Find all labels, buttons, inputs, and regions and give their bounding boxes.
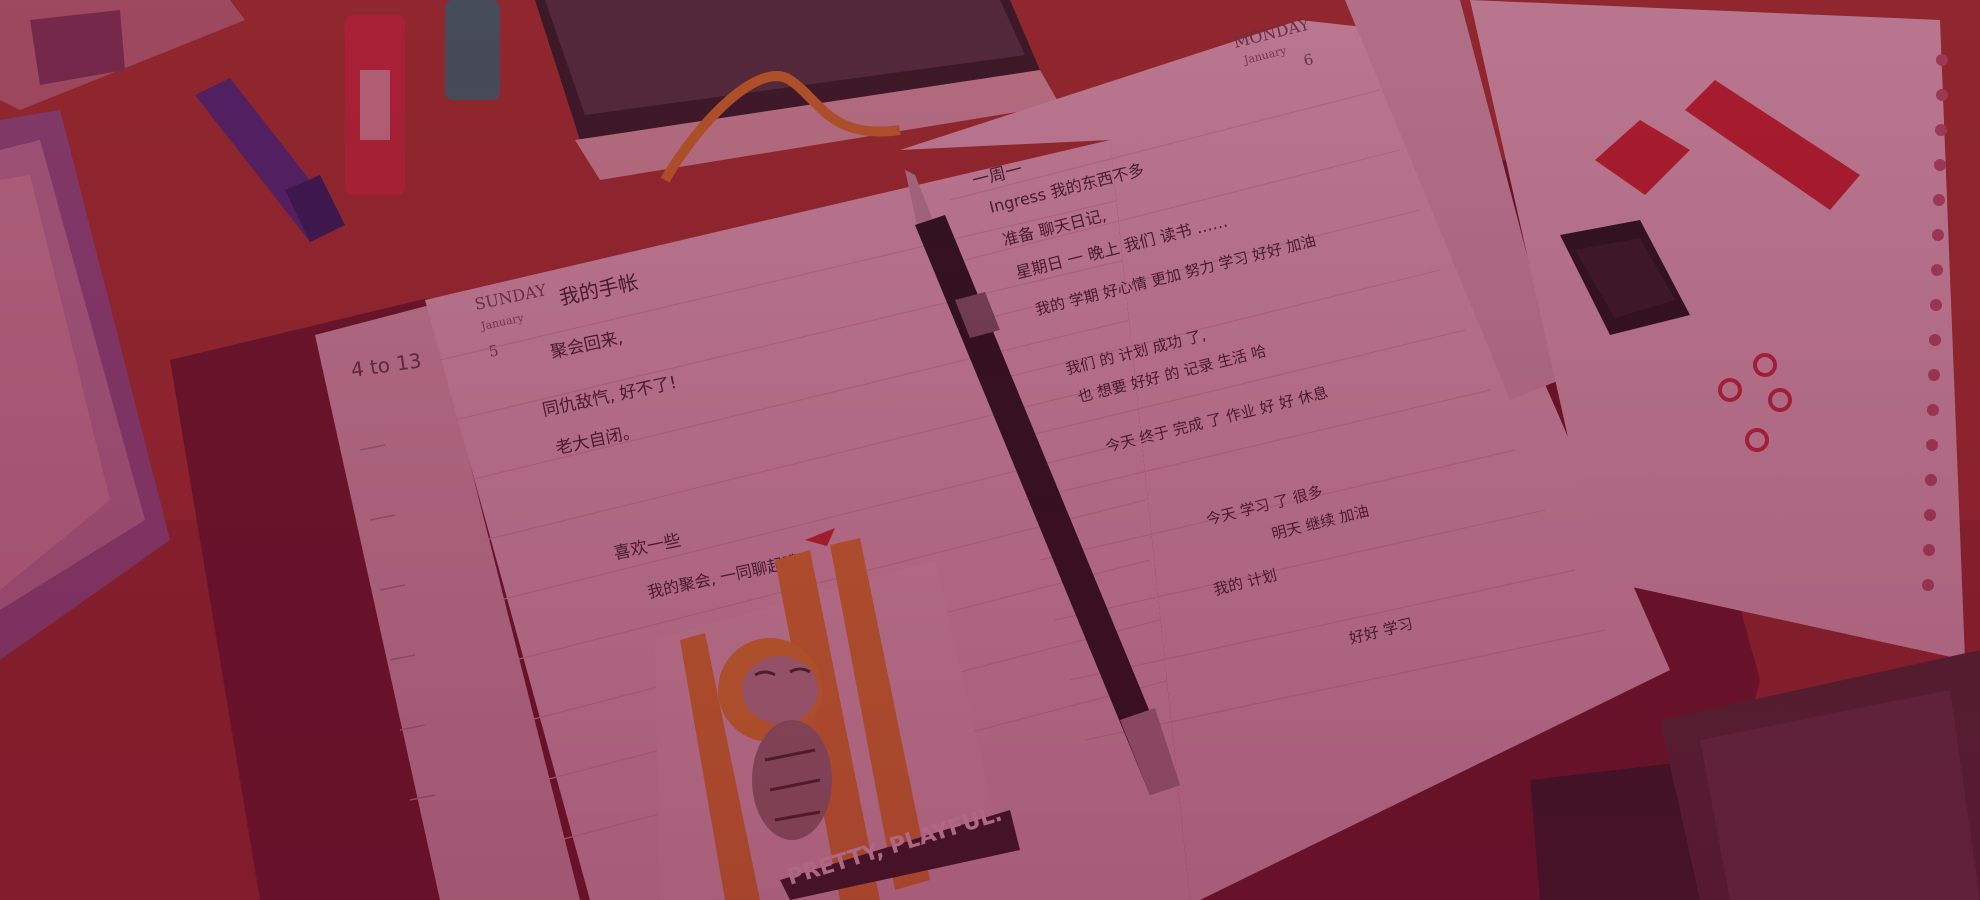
marker-teal	[445, 0, 500, 100]
photo-scene: 4 to 13 SUNDAY January 5 我的手帐 聚会回来, 同仇敌忾…	[0, 0, 1980, 900]
marker-red	[345, 15, 405, 195]
desk-photo: 4 to 13 SUNDAY January 5 我的手帐 聚会回来, 同仇敌忾…	[0, 0, 1980, 900]
